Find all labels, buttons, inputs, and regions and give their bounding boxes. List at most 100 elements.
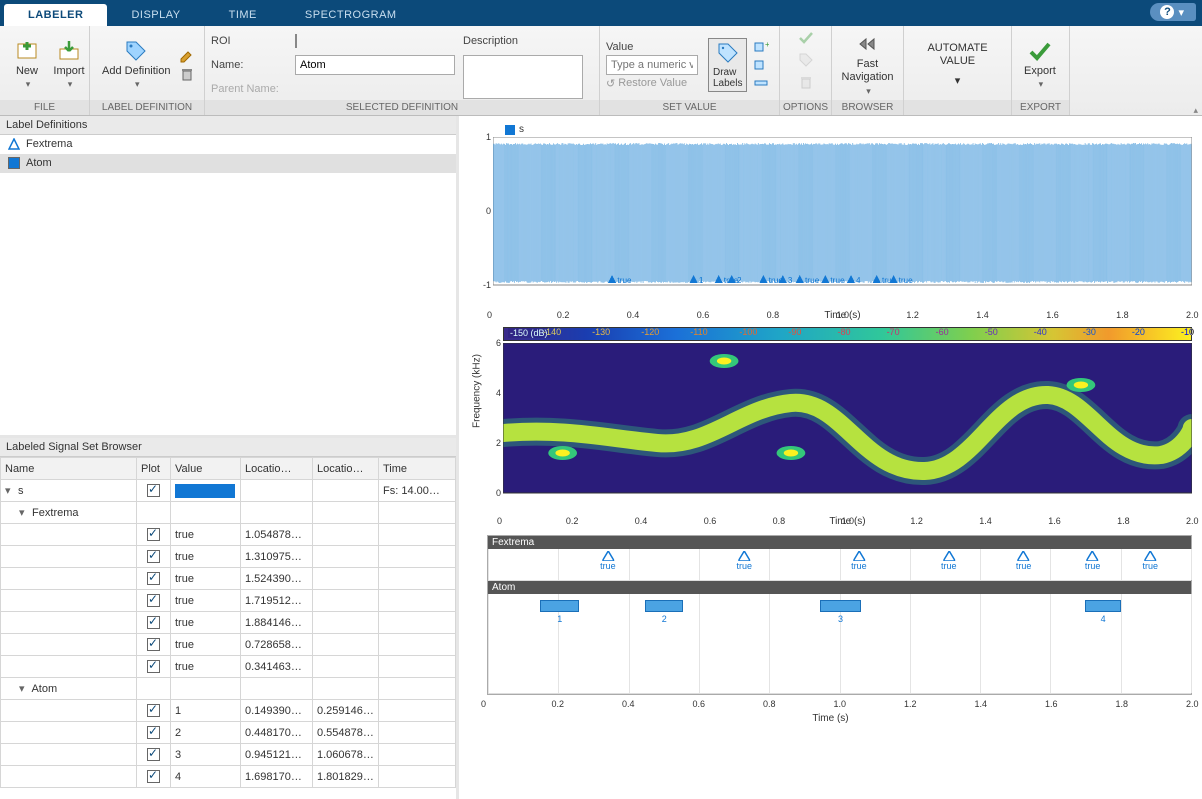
col-name[interactable]: Name bbox=[1, 458, 137, 480]
automate-value-button[interactable]: AUTOMATE VALUE ▾ bbox=[910, 40, 1005, 90]
plot-checkbox[interactable] bbox=[147, 550, 160, 563]
atom-region[interactable] bbox=[1085, 600, 1122, 612]
plot-checkbox[interactable] bbox=[147, 660, 160, 673]
edit-icon[interactable] bbox=[179, 48, 195, 64]
track-fextrema[interactable]: true true true true true true true bbox=[488, 549, 1191, 581]
plot-checkbox[interactable] bbox=[147, 572, 160, 585]
tabstrip: LABELER DISPLAY TIME SPECTROGRAM ? ▾ bbox=[0, 0, 1202, 26]
name-label: Name: bbox=[211, 59, 287, 71]
table-row[interactable]: true1.054878… bbox=[1, 524, 456, 546]
draw-labels-button[interactable]: DrawLabels bbox=[708, 38, 747, 92]
col-loc2[interactable]: Locatio… bbox=[313, 458, 379, 480]
atom-region[interactable] bbox=[645, 600, 683, 612]
group-browser-label: BROWSER bbox=[832, 100, 903, 115]
square-icon bbox=[8, 157, 20, 169]
table-row[interactable]: true0.728658… bbox=[1, 634, 456, 656]
group-automate-label bbox=[904, 100, 1011, 115]
labeldef-fextrema-label: Fextrema bbox=[26, 138, 72, 150]
name-input[interactable] bbox=[295, 55, 455, 75]
plot-checkbox[interactable] bbox=[147, 616, 160, 629]
labeldef-item-fextrema[interactable]: Fextrema bbox=[0, 135, 456, 154]
description-input[interactable] bbox=[463, 55, 583, 99]
plot-checkbox[interactable] bbox=[147, 484, 160, 497]
col-time[interactable]: Time bbox=[379, 458, 456, 480]
fextrema-marker[interactable]: true bbox=[736, 551, 752, 571]
colorbar: -150 (dB) -140-130-120-110-100-90-80-70-… bbox=[503, 327, 1192, 341]
help-button[interactable]: ? ▾ bbox=[1150, 3, 1196, 21]
tab-labeler[interactable]: LABELER bbox=[4, 4, 107, 26]
tab-spectrogram[interactable]: SPECTROGRAM bbox=[281, 4, 421, 26]
table-row[interactable]: ▾ Fextrema bbox=[1, 502, 456, 524]
label-lock-icon[interactable] bbox=[753, 57, 769, 73]
labeldef-item-atom[interactable]: Atom bbox=[0, 154, 456, 173]
legend-swatch bbox=[505, 125, 515, 135]
col-value[interactable]: Value bbox=[171, 458, 241, 480]
group-selected-label: SELECTED DEFINITION bbox=[205, 100, 599, 115]
table-row[interactable]: 41.698170…1.801829… bbox=[1, 766, 456, 788]
fextrema-marker[interactable]: true bbox=[1142, 551, 1158, 571]
plot-checkbox[interactable] bbox=[147, 638, 160, 651]
collapse-toolstrip-icon[interactable]: ▴ bbox=[1193, 105, 1198, 116]
svg-text:true: true bbox=[831, 276, 846, 285]
table-row[interactable]: 30.945121…1.060678… bbox=[1, 744, 456, 766]
fextrema-marker[interactable]: true bbox=[1016, 551, 1032, 571]
value-input[interactable] bbox=[606, 55, 698, 75]
svg-text:true: true bbox=[805, 276, 820, 285]
import-icon bbox=[57, 39, 81, 63]
toolstrip: New Import FILE Add Definition LABEL DEF… bbox=[0, 26, 1202, 116]
label-add-icon[interactable]: + bbox=[753, 39, 769, 55]
atom-region[interactable] bbox=[540, 600, 579, 612]
delete-icon[interactable] bbox=[179, 66, 195, 82]
new-button[interactable]: New bbox=[6, 37, 48, 93]
group-labeldef-label: LABEL DEFINITION bbox=[90, 100, 204, 115]
fextrema-marker[interactable]: true bbox=[1085, 551, 1101, 571]
roi-color-swatch[interactable] bbox=[295, 34, 297, 48]
table-row[interactable]: 10.149390…0.259146… bbox=[1, 700, 456, 722]
trash-icon[interactable] bbox=[798, 74, 814, 90]
restore-value-label: Restore Value bbox=[618, 77, 687, 89]
signal-browser-title: Labeled Signal Set Browser bbox=[0, 438, 456, 457]
options-tag-icon[interactable] bbox=[798, 52, 814, 68]
plot-checkbox[interactable] bbox=[147, 726, 160, 739]
plot-checkbox[interactable] bbox=[147, 748, 160, 761]
restore-value-button: ↺ Restore Value bbox=[606, 77, 698, 90]
description-label: Description bbox=[463, 35, 583, 47]
new-label: New bbox=[16, 65, 38, 78]
plot-checkbox[interactable] bbox=[147, 594, 160, 607]
help-icon: ? bbox=[1160, 5, 1174, 19]
plot-checkbox[interactable] bbox=[147, 704, 160, 717]
table-row[interactable]: true1.884146… bbox=[1, 612, 456, 634]
group-export-label: EXPORT bbox=[1012, 100, 1069, 115]
fextrema-marker[interactable]: true bbox=[941, 551, 957, 571]
table-row[interactable]: true1.310975… bbox=[1, 546, 456, 568]
signal-plot[interactable]: true1true2true3truetrue4truetrue -101 00… bbox=[493, 137, 1192, 307]
add-definition-button[interactable]: Add Definition bbox=[96, 37, 177, 93]
value-label: Value bbox=[606, 41, 698, 53]
table-row[interactable]: ▾ sFs: 14.00… bbox=[1, 480, 456, 502]
atom-region[interactable] bbox=[820, 600, 861, 612]
table-row[interactable]: true1.719512… bbox=[1, 590, 456, 612]
fextrema-marker[interactable]: true bbox=[851, 551, 867, 571]
table-row[interactable]: true0.341463… bbox=[1, 656, 456, 678]
svg-text:+: + bbox=[765, 40, 769, 49]
col-loc1[interactable]: Locatio… bbox=[241, 458, 313, 480]
nav-icon bbox=[856, 32, 880, 56]
plot-checkbox[interactable] bbox=[147, 528, 160, 541]
table-row[interactable]: 20.448170…0.554878… bbox=[1, 722, 456, 744]
import-button[interactable]: Import bbox=[48, 37, 90, 93]
tab-display[interactable]: DISPLAY bbox=[107, 4, 204, 26]
col-plot[interactable]: Plot bbox=[137, 458, 171, 480]
fast-navigation-button[interactable]: FastNavigation bbox=[838, 30, 897, 100]
plot-checkbox[interactable] bbox=[147, 770, 160, 783]
table-row[interactable]: true1.524390… bbox=[1, 568, 456, 590]
svg-text:true: true bbox=[617, 276, 632, 285]
spectrogram-plot[interactable]: Frequency (kHz) 0246 00.20.40.60.81.01.2… bbox=[503, 343, 1192, 513]
label-range-icon[interactable] bbox=[753, 75, 769, 91]
fextrema-marker[interactable]: true bbox=[600, 551, 616, 571]
tab-time[interactable]: TIME bbox=[205, 4, 281, 26]
table-row[interactable]: ▾ Atom bbox=[1, 678, 456, 700]
track-atom[interactable]: 1234 bbox=[488, 594, 1191, 694]
accept-icon[interactable] bbox=[798, 30, 814, 46]
export-button[interactable]: Export bbox=[1018, 37, 1062, 93]
import-label: Import bbox=[53, 65, 84, 78]
